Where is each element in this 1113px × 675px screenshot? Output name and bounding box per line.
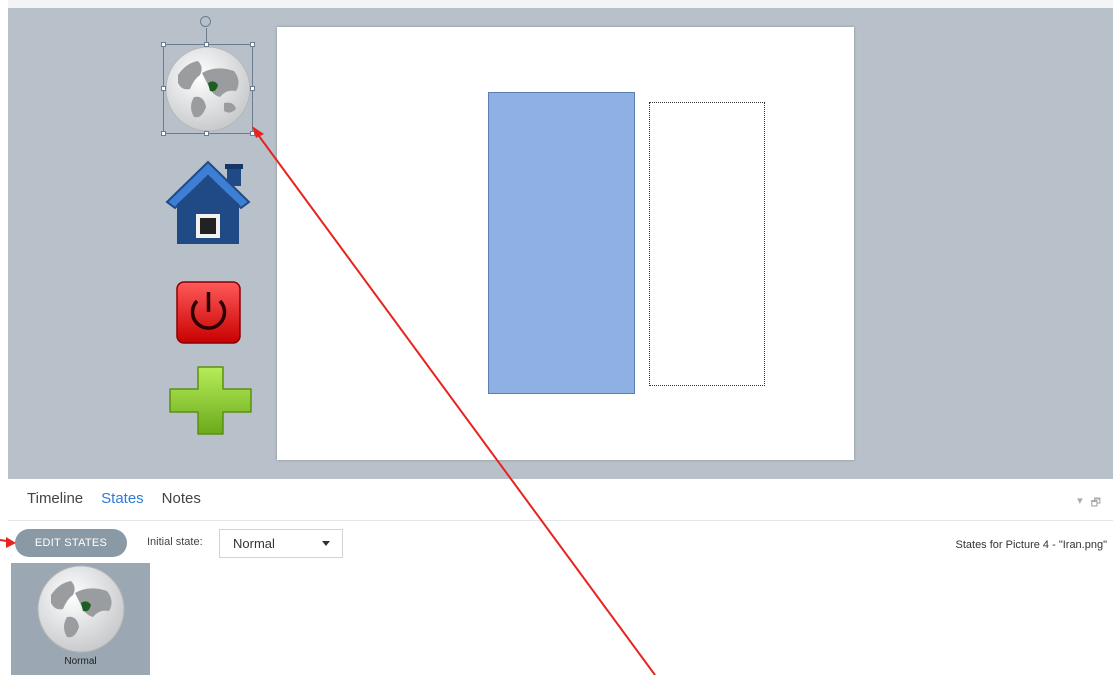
home-icon[interactable] [163,158,253,248]
initial-state-dropdown[interactable]: Normal [219,529,343,558]
state-thumbnail-caption: Normal [64,656,97,667]
resize-handle-n[interactable] [204,42,209,47]
panel-controls: ▾ 🗗 [1077,494,1101,513]
edit-states-button[interactable]: EDIT STATES [15,529,127,557]
initial-state-label: Initial state: [147,536,203,548]
resize-handle-s[interactable] [204,131,209,136]
top-border [8,0,1113,8]
resize-handle-ne[interactable] [250,42,255,47]
collapse-chevron-icon[interactable]: ▾ [1077,494,1083,513]
plus-icon[interactable] [168,365,253,436]
resize-handle-e[interactable] [250,86,255,91]
restore-window-icon[interactable]: 🗗 [1091,494,1101,513]
power-icon[interactable] [176,281,241,344]
resize-handle-nw[interactable] [161,42,166,47]
chevron-down-icon [322,541,330,546]
states-for-label: States for Picture 4 - "Iran.png" [955,539,1108,551]
panel-divider [8,520,1113,521]
blue-rectangle-shape[interactable] [488,92,635,394]
tab-timeline[interactable]: Timeline [27,490,83,507]
resize-handle-w[interactable] [161,86,166,91]
resize-handle-sw[interactable] [161,131,166,136]
resize-handle-se[interactable] [250,131,255,136]
globe-iran-icon[interactable] [163,44,253,134]
dotted-placeholder-shape[interactable] [649,102,765,386]
tab-notes[interactable]: Notes [162,490,201,507]
tab-states[interactable]: States [101,490,144,507]
panel-tabs: Timeline States Notes [27,490,201,507]
initial-state-value: Normal [233,536,275,551]
bottom-panel [8,479,1113,675]
rotation-handle[interactable] [200,16,211,27]
left-strip [0,0,8,675]
